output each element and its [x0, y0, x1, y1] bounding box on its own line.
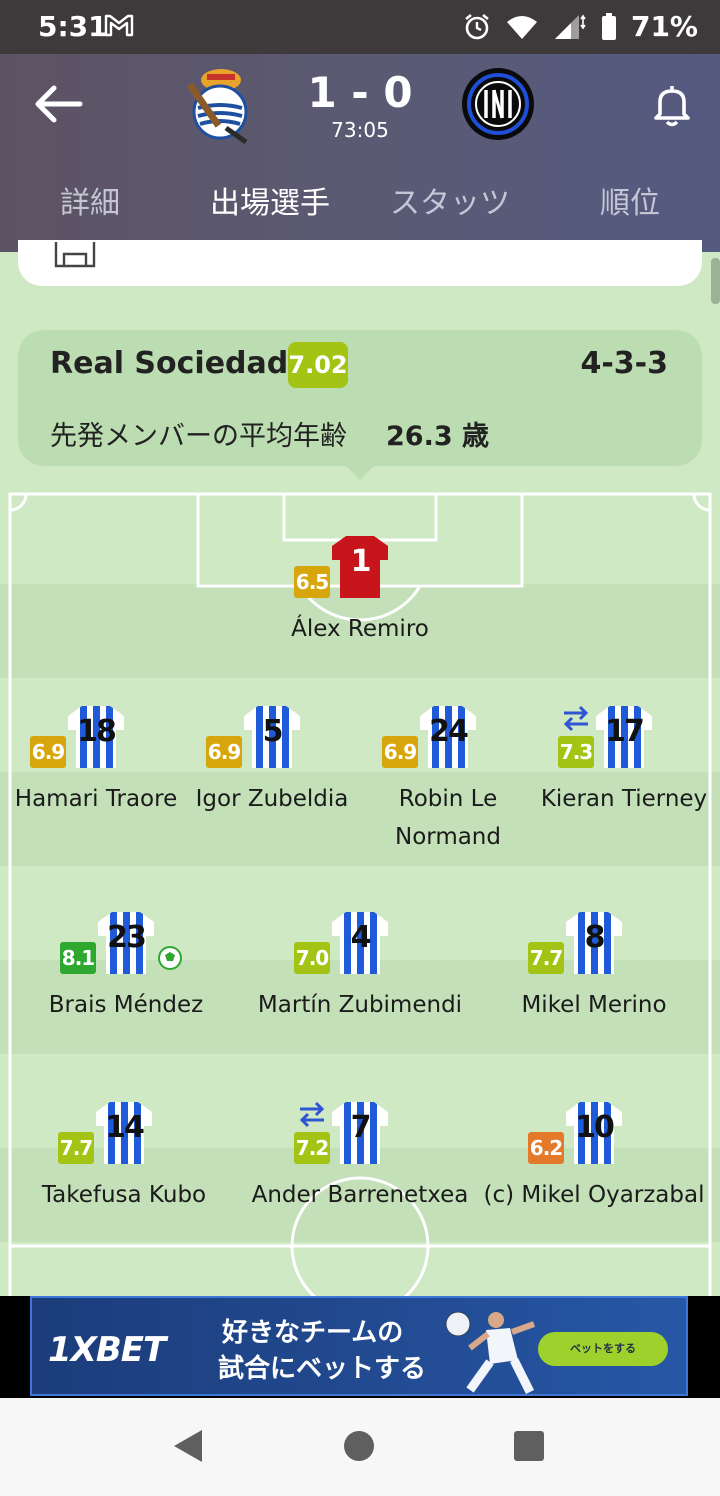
shirt-number: 24 — [429, 714, 469, 749]
previous-card — [18, 240, 702, 286]
bell-icon[interactable] — [650, 82, 694, 128]
goal-ball-icon — [158, 946, 182, 970]
shirt-number: 4 — [350, 920, 372, 955]
player-rating-badge: 6.9 — [206, 736, 242, 768]
shirt-icon: 4 — [330, 910, 390, 976]
scrollbar[interactable] — [711, 258, 720, 304]
player-rating-badge: 7.2 — [294, 1132, 330, 1164]
shirt-number: 8 — [584, 920, 606, 955]
player-rating-badge: 8.1 — [60, 942, 96, 974]
ad-content[interactable]: 1XBET 好きなチームの 試合にベットする ベットをする — [30, 1296, 688, 1396]
status-time: 5:31 — [38, 10, 108, 43]
shirt-number: 17 — [605, 714, 645, 749]
team-summary-card: Real Sociedad 7.02 4-3-3 先発メンバーの平均年齢 26.… — [18, 330, 702, 480]
shirt-number: 1 — [350, 544, 372, 579]
player-rating-badge: 7.0 — [294, 942, 330, 974]
team-formation: 4-3-3 — [580, 346, 668, 381]
match-header: 1 - 0 73:05 詳細 出場選手 スタッツ 順位 — [0, 54, 720, 256]
status-right: 71% — [463, 10, 698, 43]
shirt-icon: 5 — [242, 704, 302, 770]
shirt-number: 5 — [262, 714, 284, 749]
ad-headline: 好きなチームの — [222, 1318, 404, 1348]
shirt-icon: 14 — [94, 1100, 154, 1166]
ad-footballer-icon — [445, 1311, 536, 1395]
shirt-icon: 8 — [564, 910, 624, 976]
shirt-number: 7 — [350, 1110, 372, 1145]
shirt-icon: 17 — [594, 704, 654, 770]
real-sociedad-crest-icon[interactable] — [186, 64, 256, 144]
status-bar: 5:31 71% — [0, 0, 720, 54]
shirt-icon: 24 — [418, 704, 478, 770]
ad-subline: 試合にベットする — [218, 1354, 427, 1384]
player-name: Martín Zubimendi — [257, 992, 463, 1018]
nav-back-icon[interactable] — [172, 1428, 204, 1464]
shirt-icon: 7 — [330, 1100, 390, 1166]
player-name: Ander Barrenetxea — [251, 1182, 469, 1208]
substitution-icon — [563, 705, 589, 732]
shirt-number: 10 — [575, 1110, 615, 1145]
player-name: Mikel Merino — [521, 992, 667, 1018]
player-rating-badge: 7.7 — [58, 1132, 94, 1164]
player-name: Takefusa Kubo — [41, 1182, 207, 1208]
player-name: Kieran Tierney — [540, 786, 708, 812]
shirt-icon: 18 — [66, 704, 126, 770]
battery-percent: 71% — [630, 10, 698, 43]
ad-cta-button[interactable]: ベットをする — [538, 1332, 668, 1366]
player-name: Brais Méndez — [48, 992, 204, 1018]
nav-home-icon[interactable] — [343, 1430, 375, 1462]
player-name: (c) Mikel Oyarzabal — [483, 1182, 705, 1208]
gmail-icon — [104, 14, 134, 37]
player-rating-badge: 6.9 — [382, 736, 418, 768]
shirt-icon: 10 — [564, 1100, 624, 1166]
back-arrow-icon[interactable] — [30, 82, 84, 126]
shirt-number: 23 — [107, 920, 147, 955]
battery-icon — [601, 12, 616, 40]
pitch-icon — [54, 242, 96, 268]
team-rating-badge: 7.02 — [288, 342, 348, 388]
shirt-number: 14 — [105, 1110, 145, 1145]
alarm-icon — [465, 13, 489, 39]
ad-banner[interactable]: 1XBET 好きなチームの 試合にベットする ベットをする — [0, 1296, 720, 1398]
avg-age-value: 26.3 歳 — [386, 421, 490, 452]
signal-icon — [554, 14, 586, 39]
lineup-pitch: 1 6.5 Álex Remiro 18 6.9 Hamari Traore 5… — [0, 490, 720, 1296]
ad-logo: 1XBET — [48, 1330, 166, 1370]
system-navbar — [0, 1398, 720, 1496]
team-name: Real Sociedad — [50, 346, 289, 381]
player-rating-badge: 6.9 — [30, 736, 66, 768]
inter-crest-icon[interactable] — [460, 66, 536, 142]
shirt-number: 18 — [77, 714, 117, 749]
player-name: Álex Remiro — [291, 616, 429, 642]
shirt-icon: 1 — [330, 534, 390, 600]
match-score: 1 - 0 — [307, 68, 413, 117]
player-rating-badge: 6.5 — [294, 566, 330, 598]
nav-recents-icon[interactable] — [513, 1430, 545, 1462]
match-clock: 73:05 — [331, 118, 389, 142]
player-rating-badge: 7.3 — [558, 736, 594, 768]
avg-age-label: 先発メンバーの平均年齢 — [50, 421, 347, 452]
shirt-icon: 23 — [96, 910, 156, 976]
player-rating-badge: 6.2 — [528, 1132, 564, 1164]
player-rating-badge: 7.7 — [528, 942, 564, 974]
wifi-icon — [506, 15, 537, 39]
substitution-icon — [299, 1101, 325, 1128]
